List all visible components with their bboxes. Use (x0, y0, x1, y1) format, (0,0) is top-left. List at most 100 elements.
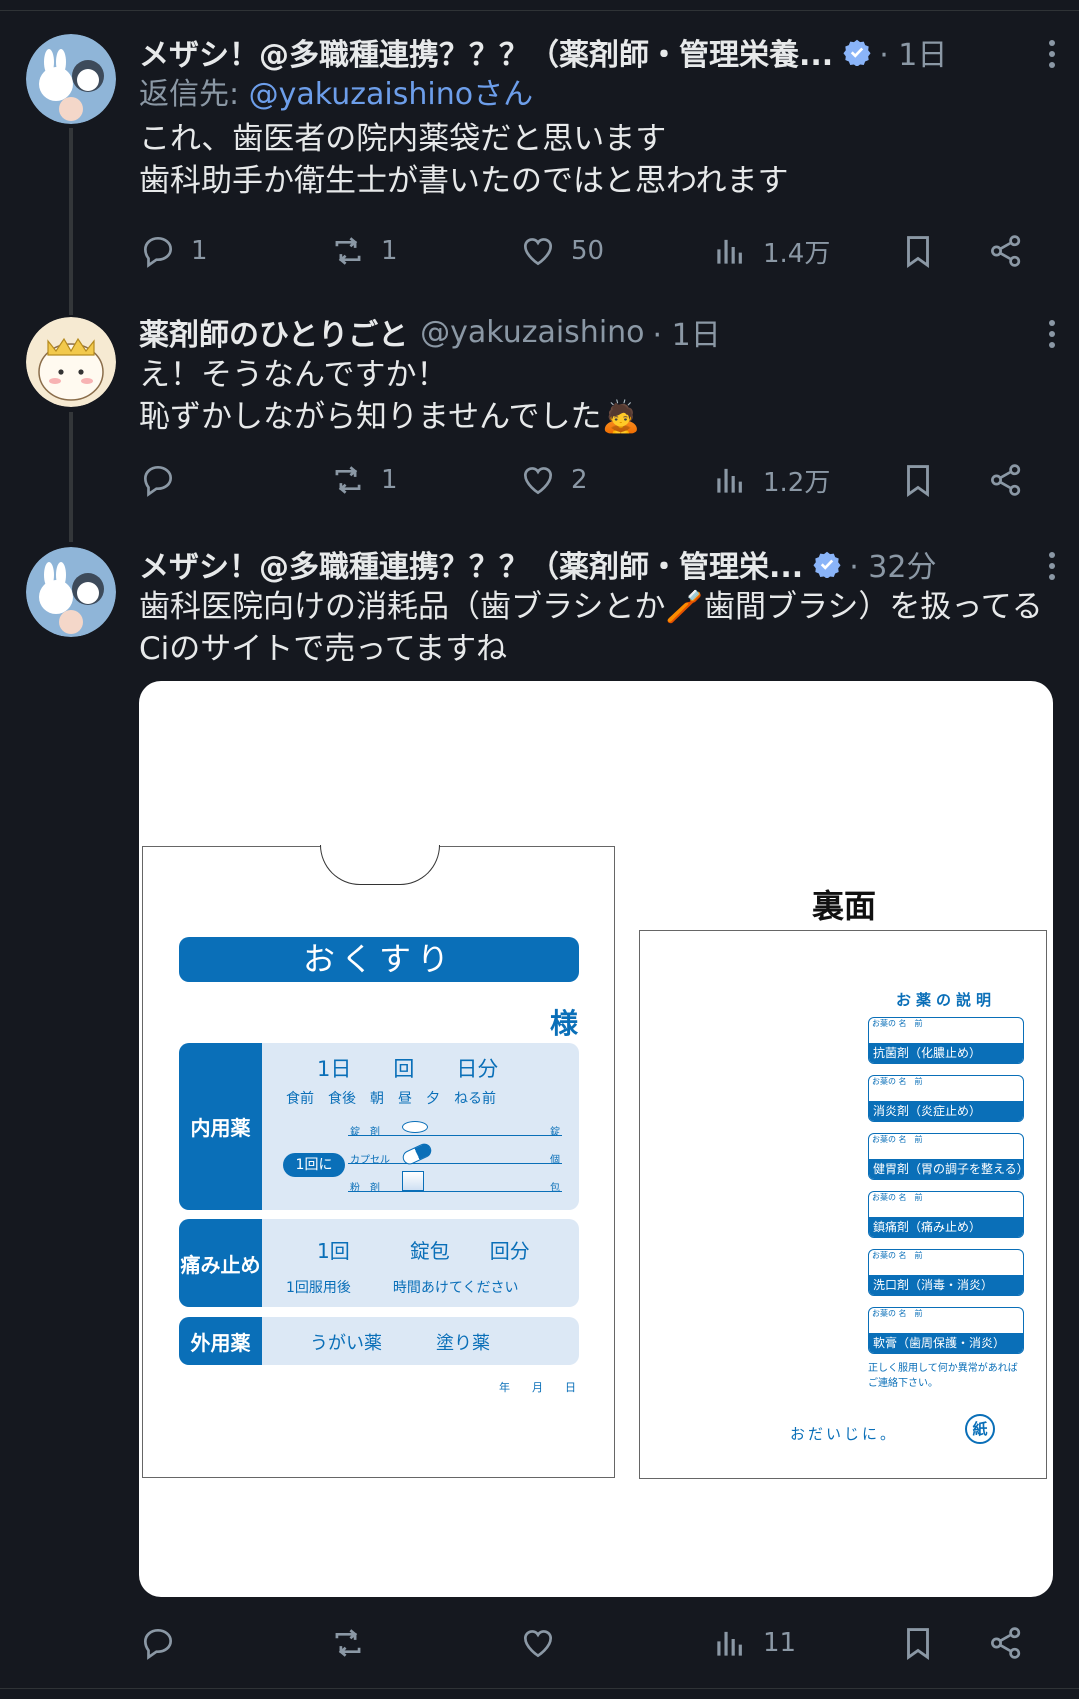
display-name[interactable]: 薬剤師のひとりごと (139, 310, 408, 354)
bag-sama-label: 様 (549, 1007, 578, 1040)
heart-icon (523, 467, 553, 495)
reply-count: 1 (191, 236, 208, 266)
painkiller-note: 1回服用後 時間あけてください (286, 1280, 519, 1296)
med-entry: お薬の 名 前健胃剤（胃の調子を整える） (868, 1133, 1024, 1180)
view-count: 1.2万 (763, 467, 831, 498)
like-count: 50 (571, 236, 605, 266)
capsule-rule (348, 1163, 562, 1164)
more-options-icon[interactable] (1047, 40, 1057, 70)
med-entry: お薬の 名 前消炎剤（炎症止め） (868, 1075, 1024, 1122)
views-button[interactable]: 1.4万 (711, 231, 830, 271)
share-icon (991, 235, 1021, 267)
tweet-text: これ、歯医者の院内薬袋だと思います 歯科助手か衛生士が書いたのではと思われます (139, 121, 789, 199)
timestamp[interactable]: · 1日 (653, 310, 721, 354)
reply-button[interactable] (139, 1623, 191, 1663)
powder-packet-icon (402, 1171, 424, 1191)
reply-icon (143, 236, 173, 268)
more-options-icon[interactable] (1047, 552, 1057, 582)
tweet-2[interactable]: 薬剤師のひとりごと @yakuzaishino · 1日 え！そうなんですか！ … (0, 300, 1079, 542)
reply-prefix: 返信先: (139, 77, 249, 112)
tablet-rule (348, 1135, 562, 1136)
reply-handle-link[interactable]: @yakuzaishinoさん (249, 77, 533, 112)
share-button[interactable] (987, 460, 1025, 500)
display-name[interactable]: メザシ！@多職種連携？？？（薬剤師・管理栄... (139, 542, 803, 586)
external-label: 外用薬 (179, 1317, 262, 1365)
bookmark-button[interactable] (899, 1623, 937, 1663)
reply-icon (143, 465, 173, 497)
med-entry: お薬の 名 前軟膏（歯周保護・消炎） (868, 1307, 1024, 1354)
like-count: 2 (571, 465, 588, 495)
timing-line: 食前 食後 朝 昼 夕 ねる前 (286, 1091, 496, 1107)
external-items: うがい薬 塗り薬 (310, 1333, 490, 1354)
timestamp[interactable]: · 32分 (849, 542, 936, 586)
contact-note: 正しく服用して何か異常があれば ご連絡下さい。 (868, 1363, 1018, 1389)
view-count: 11 (763, 1628, 797, 1658)
bag-notch (320, 845, 440, 885)
bag-title: おくすり (179, 937, 579, 982)
bookmark-icon (907, 465, 929, 498)
tablet-pill-icon (402, 1121, 428, 1133)
retweet-icon (335, 1629, 361, 1657)
heart-icon (523, 1630, 553, 1658)
internal-medicine-box: 内用薬 1日 回 日分 食前 食後 朝 昼 夕 ねる前 錠 剤 カプセル 粉 剤… (179, 1043, 579, 1210)
like-button[interactable]: 2 (519, 460, 588, 500)
med-entry: お薬の 名 前洗口剤（消毒・消炎） (868, 1249, 1024, 1296)
analytics-icon (717, 1631, 742, 1656)
analytics-icon (717, 239, 742, 264)
get-well-text: おだいじに。 (790, 1425, 899, 1443)
med-entry: お薬の 名 前鎮痛剤（痛み止め） (868, 1191, 1024, 1238)
paper-recycle-logo: 紙 (965, 1414, 995, 1444)
timestamp[interactable]: · 1日 (879, 30, 947, 74)
bottom-divider (0, 1688, 1079, 1689)
thread-line (69, 412, 73, 542)
share-button[interactable] (987, 231, 1025, 271)
attached-image[interactable]: おくすり 様 内用薬 1日 回 日分 食前 食後 朝 昼 夕 ねる前 錠 剤 カ… (139, 681, 1053, 1597)
avatar[interactable] (26, 34, 116, 124)
medicine-bag-back: お薬の説明 お薬の 名 前抗菌剤（化膿止め） お薬の 名 前消炎剤（炎症止め） … (639, 930, 1047, 1479)
per-dose-pill: 1回に (283, 1153, 345, 1177)
handle[interactable]: @yakuzaishino (420, 315, 644, 350)
internal-label: 内用薬 (179, 1043, 262, 1210)
bookmark-icon (907, 236, 929, 269)
powder-rule (348, 1191, 562, 1192)
thread-line (69, 128, 73, 315)
retweet-icon (335, 466, 361, 494)
medicine-bag-front: おくすり 様 内用薬 1日 回 日分 食前 食後 朝 昼 夕 ねる前 錠 剤 カ… (142, 845, 615, 1478)
like-button[interactable] (519, 1623, 571, 1663)
retweet-button[interactable]: 1 (329, 231, 398, 271)
med-entry: お薬の 名 前抗菌剤（化膿止め） (868, 1017, 1024, 1064)
reply-icon (143, 1628, 173, 1660)
reply-button[interactable]: 1 (139, 231, 208, 271)
share-icon (991, 464, 1021, 496)
view-count: 1.4万 (763, 238, 831, 269)
avatar[interactable] (26, 317, 116, 407)
bookmark-button[interactable] (899, 460, 937, 500)
analytics-icon (717, 468, 742, 493)
reply-to: 返信先: @yakuzaishinoさん (139, 74, 1059, 116)
share-icon (991, 1627, 1021, 1659)
dose-line: 1日 回 日分 (317, 1057, 499, 1081)
bookmark-icon (907, 1628, 929, 1661)
like-button[interactable]: 50 (519, 231, 604, 271)
views-button[interactable]: 1.2万 (711, 460, 830, 500)
retweet-button[interactable] (329, 1623, 381, 1663)
bookmark-button[interactable] (899, 231, 937, 271)
retweet-icon (335, 237, 361, 265)
retweet-button[interactable]: 1 (329, 460, 398, 500)
back-side-label: 裏面 (812, 887, 877, 925)
painkiller-box: 痛み止め 1回 錠包 回分 1回服用後 時間あけてください (179, 1219, 579, 1307)
heart-icon (523, 238, 553, 266)
tweet-text: 歯科医院向けの消耗品（歯ブラシとか🪥歯間ブラシ）を扱ってるCiのサイトで売ってま… (139, 589, 1043, 667)
tweet-1[interactable]: メザシ！@多職種連携？？？（薬剤師・管理栄養... · 1日 返信先: @yak… (0, 0, 1079, 315)
external-medicine-box: 外用薬 うがい薬 塗り薬 (179, 1317, 579, 1365)
share-button[interactable] (987, 1623, 1025, 1663)
painkiller-line: 1回 錠包 回分 (317, 1239, 530, 1263)
date-line: 年 月 日 (499, 1381, 576, 1394)
verified-badge-icon (813, 551, 841, 578)
display-name[interactable]: メザシ！@多職種連携？？？（薬剤師・管理栄養... (139, 30, 833, 74)
more-options-icon[interactable] (1047, 320, 1057, 350)
avatar[interactable] (26, 547, 116, 637)
explanation-title: お薬の説明 (896, 991, 997, 1009)
views-button[interactable]: 11 (711, 1623, 796, 1663)
reply-button[interactable] (139, 460, 191, 500)
